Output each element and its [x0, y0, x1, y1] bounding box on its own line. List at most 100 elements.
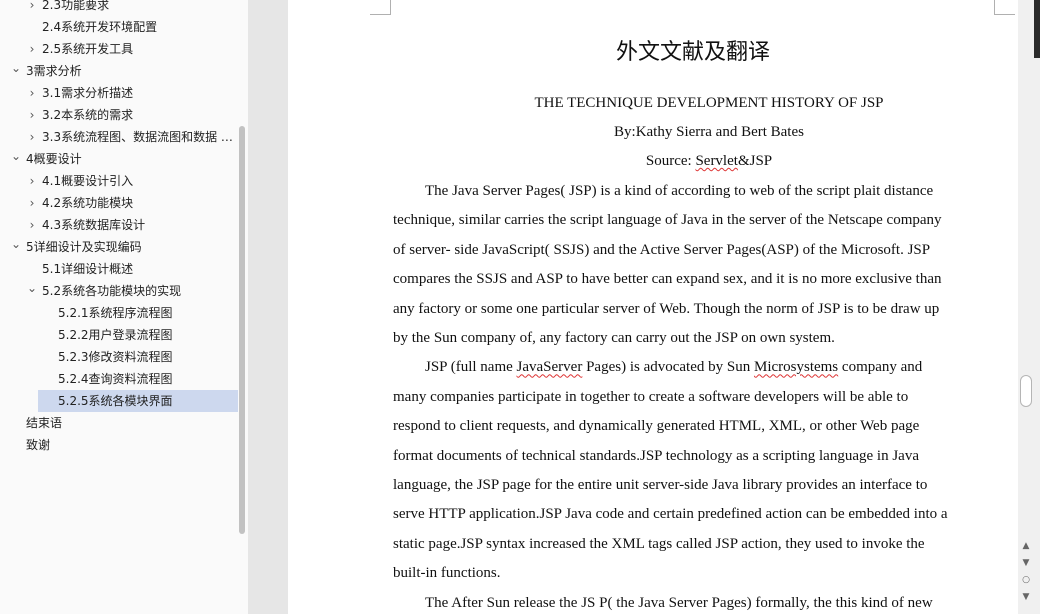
text-run: static page.JSP syntax increased the XML…: [393, 535, 925, 552]
body-text-line: by the Sun company of, any factory can c…: [393, 330, 835, 347]
body-text-line: any factory or some one particular serve…: [393, 301, 939, 318]
text-run: built-in functions.: [393, 565, 501, 582]
nav-item[interactable]: 5.2.3修改资料流程图: [0, 346, 238, 368]
article-byline: By:Kathy Sierra and Bert Bates: [614, 124, 804, 140]
text-run: any factory or some one particular serve…: [393, 300, 940, 317]
text-run: The Java Server Pages( JSP) is a kind of…: [425, 183, 934, 199]
page-gutter: [248, 0, 288, 614]
nav-item[interactable]: › 3.2本系统的需求: [0, 104, 238, 126]
text-run: JSP (full name: [425, 359, 517, 376]
nav-item[interactable]: ⌄ 3需求分析: [0, 60, 238, 82]
chevron-right-icon[interactable]: ›: [26, 170, 38, 192]
chevron-right-icon[interactable]: ›: [26, 214, 38, 236]
nav-item[interactable]: › 4.1概要设计引入: [0, 170, 238, 192]
nav-item-label: 4.3系统数据库设计: [42, 218, 146, 232]
source-suffix: &JSP: [737, 153, 773, 169]
nav-item-label: 5.2.1系统程序流程图: [58, 306, 173, 320]
text-run: compares the SSJS and ASP to have better…: [393, 271, 942, 288]
nav-item[interactable]: › 4.2系统功能模块: [0, 192, 238, 214]
chevron-down-icon[interactable]: ⌄: [10, 60, 22, 82]
chevron-right-icon[interactable]: ›: [26, 192, 38, 214]
chevron-down-icon[interactable]: ⌄: [26, 280, 38, 302]
text-run: Pages) is advocated by Sun: [582, 359, 754, 376]
nav-item[interactable]: ⌄ 5详细设计及实现编码: [0, 236, 238, 258]
body-text-line: language, the JSP page for the entire un…: [393, 477, 927, 494]
body-text-line: many companies participate in together t…: [393, 389, 908, 406]
nav-item[interactable]: › 2.5系统开发工具: [0, 38, 238, 60]
margin-corner-mark: [994, 0, 1015, 15]
spell-marked-word: JavaServer: [516, 359, 583, 376]
text-run: serve HTTP application.JSP Java code and…: [393, 506, 948, 523]
body-text-line: built-in functions.: [393, 565, 501, 582]
spell-marked-word: Microsystems: [753, 359, 839, 376]
nav-item[interactable]: 结束语: [0, 412, 238, 434]
document-heading: 外文文献及翻译: [615, 40, 770, 65]
chevron-right-icon[interactable]: ›: [26, 104, 38, 126]
article-source: Source: Servlet&JSP: [288, 153, 1018, 170]
nav-item-label: 5.2.2用户登录流程图: [58, 328, 173, 342]
nav-item-label: 4概要设计: [26, 152, 82, 166]
nav-item-label: 3需求分析: [26, 64, 82, 78]
body-text-line: of server- side JavaScript( SSJS) and th…: [393, 242, 930, 259]
scroll-up-icon[interactable]: ▲: [1020, 540, 1032, 552]
text-run: The After Sun release the JS P( the Java…: [425, 594, 933, 611]
source-prefix: Source:: [645, 153, 696, 169]
nav-item[interactable]: ⌄ 4概要设计: [0, 148, 238, 170]
body-text-line: The After Sun release the JS P( the Java…: [425, 595, 933, 612]
body-text-line: respond to client requests, and dynamica…: [393, 418, 919, 435]
text-run: company and: [838, 359, 923, 376]
nav-item-label: 结束语: [26, 416, 63, 430]
text-run: format documents of technical standards.…: [393, 447, 919, 464]
body-text-line: serve HTTP application.JSP Java code and…: [393, 506, 948, 523]
body-text-line: technique, similar carries the script la…: [393, 212, 942, 229]
chevron-right-icon[interactable]: ›: [26, 126, 38, 148]
navigation-pane: › 2.3功能要求 2.4系统开发环境配置 › 2.5系统开发工具 ⌄ 3需求分析 › 3.1需…: [0, 0, 248, 614]
document-scrollbar[interactable]: [1018, 0, 1040, 614]
nav-item-label: 3.1需求分析描述: [42, 86, 134, 100]
scroll-down-icon[interactable]: ▼: [1020, 557, 1032, 569]
nav-item[interactable]: › 3.1需求分析描述: [0, 82, 238, 104]
select-browse-object-icon[interactable]: ○: [1020, 574, 1032, 586]
nav-item[interactable]: ⌄ 5.2系统各功能模块的实现: [0, 280, 238, 302]
nav-item-label: 5.2系统各功能模块的实现: [42, 284, 182, 298]
text-run: of server- side JavaScript( SSJS) and th…: [393, 241, 931, 258]
text-run: respond to client requests, and dynamica…: [393, 418, 920, 435]
body-text-line: compares the SSJS and ASP to have better…: [393, 271, 942, 288]
nav-item-label: 2.4系统开发环境配置: [42, 20, 158, 34]
chevron-right-icon[interactable]: ›: [26, 82, 38, 104]
navigation-scroll-thumb[interactable]: [239, 126, 245, 534]
nav-item-label: 3.3系统流程图、数据流图和数据 …: [42, 130, 233, 144]
text-run: technique, similar carries the script la…: [393, 212, 942, 229]
nav-item[interactable]: › 2.3功能要求: [0, 0, 238, 16]
spell-marked-word: Servlet: [695, 153, 738, 169]
nav-item[interactable]: 5.2.4查询资料流程图: [0, 368, 238, 390]
text-run: language, the JSP page for the entire un…: [393, 477, 928, 493]
text-run: many companies participate in together t…: [393, 388, 909, 405]
nav-item[interactable]: 5.2.5系统各模块界面: [38, 390, 238, 412]
chevron-down-icon[interactable]: ⌄: [10, 236, 22, 258]
nav-item[interactable]: 致谢: [0, 434, 238, 456]
window-edge: [1034, 0, 1040, 58]
nav-item[interactable]: 2.4系统开发环境配置: [0, 16, 238, 38]
nav-item-label: 2.5系统开发工具: [42, 42, 134, 56]
nav-item[interactable]: 5.2.1系统程序流程图: [0, 302, 238, 324]
chevron-down-icon[interactable]: ⌄: [10, 148, 22, 170]
nav-item[interactable]: 5.1详细设计概述: [0, 258, 238, 280]
text-run: by the Sun company of, any factory can c…: [393, 330, 835, 346]
body-text-line: static page.JSP syntax increased the XML…: [393, 536, 925, 553]
nav-item[interactable]: › 4.3系统数据库设计: [0, 214, 238, 236]
chevron-right-icon[interactable]: ›: [26, 38, 38, 60]
nav-item-label: 4.1概要设计引入: [42, 174, 134, 188]
next-page-icon[interactable]: ▼: [1020, 591, 1032, 603]
nav-item[interactable]: › 3.3系统流程图、数据流图和数据 …: [0, 126, 238, 148]
nav-item-label: 5.2.4查询资料流程图: [58, 372, 173, 386]
margin-corner-mark: [370, 0, 391, 15]
document-page[interactable]: 外文文献及翻译 THE TECHNIQUE DEVELOPMENT HISTOR…: [288, 0, 1018, 614]
nav-item[interactable]: 5.2.2用户登录流程图: [0, 324, 238, 346]
body-text-line: format documents of technical standards.…: [393, 448, 919, 465]
document-scroll-thumb[interactable]: [1020, 375, 1032, 407]
body-text-line: The Java Server Pages( JSP) is a kind of…: [425, 183, 933, 200]
nav-item-label: 5详细设计及实现编码: [26, 240, 142, 254]
nav-item-label: 3.2本系统的需求: [42, 108, 134, 122]
chevron-right-icon[interactable]: ›: [26, 0, 38, 16]
